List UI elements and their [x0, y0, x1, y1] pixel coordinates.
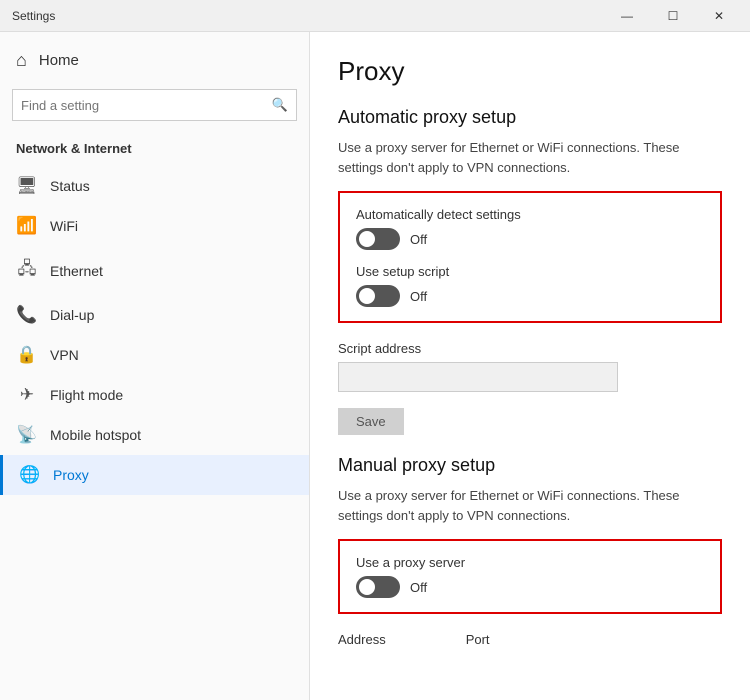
- flightmode-icon: ✈: [16, 385, 38, 405]
- address-port-row: Address Port: [338, 632, 722, 647]
- script-address-input[interactable]: [338, 362, 618, 392]
- sidebar-section-title: Network & Internet: [0, 133, 309, 166]
- use-proxy-toggle[interactable]: [356, 576, 400, 598]
- home-icon: ⌂: [16, 50, 27, 71]
- status-icon: 🖥: [16, 176, 38, 196]
- sidebar-item-dialup[interactable]: 📞 Dial-up: [0, 295, 309, 335]
- sidebar-label-dialup: Dial-up: [50, 307, 94, 323]
- port-label: Port: [466, 632, 490, 647]
- search-box: 🔍: [12, 89, 297, 121]
- automatic-section-desc: Use a proxy server for Ethernet or WiFi …: [338, 138, 722, 177]
- home-label: Home: [39, 52, 79, 69]
- sidebar-label-mobilehotspot: Mobile hotspot: [50, 427, 141, 443]
- home-nav-item[interactable]: ⌂ Home: [0, 32, 309, 85]
- vpn-icon: 🔒: [16, 345, 38, 365]
- setup-script-toggle-container: Off: [356, 285, 704, 307]
- main-content: Proxy Automatic proxy setup Use a proxy …: [310, 32, 750, 700]
- titlebar: Settings — ☐ ✕: [0, 0, 750, 32]
- use-proxy-row: Use a proxy server Off: [356, 555, 704, 598]
- save-button[interactable]: Save: [338, 408, 404, 435]
- mobilehotspot-icon: 📡: [16, 425, 38, 445]
- proxy-icon: 🌐: [19, 465, 41, 485]
- manual-section-desc: Use a proxy server for Ethernet or WiFi …: [338, 486, 722, 525]
- sidebar-label-flightmode: Flight mode: [50, 387, 123, 403]
- auto-detect-toggle[interactable]: [356, 228, 400, 250]
- setup-script-toggle[interactable]: [356, 285, 400, 307]
- setup-script-row: Use setup script Off: [356, 264, 704, 307]
- sidebar-item-wifi[interactable]: 📶 WiFi: [0, 206, 309, 246]
- auto-detect-state: Off: [410, 232, 427, 247]
- ethernet-icon: 🖧: [16, 256, 38, 285]
- setup-script-knob: [359, 288, 375, 304]
- script-address-label: Script address: [338, 341, 722, 356]
- sidebar-label-wifi: WiFi: [50, 218, 78, 234]
- setup-script-state: Off: [410, 289, 427, 304]
- sidebar-label-vpn: VPN: [50, 347, 79, 363]
- maximize-button[interactable]: ☐: [650, 0, 696, 32]
- app-content: ⌂ Home 🔍 Network & Internet 🖥 Status 📶 W…: [0, 32, 750, 700]
- sidebar-item-ethernet[interactable]: 🖧 Ethernet: [0, 246, 309, 295]
- auto-detect-toggle-container: Off: [356, 228, 704, 250]
- window-title: Settings: [12, 9, 55, 23]
- search-input[interactable]: [13, 98, 264, 113]
- auto-detect-row: Automatically detect settings Off: [356, 207, 704, 250]
- dialup-icon: 📞: [16, 305, 38, 325]
- automatic-proxy-box: Automatically detect settings Off Use se…: [338, 191, 722, 323]
- sidebar: ⌂ Home 🔍 Network & Internet 🖥 Status 📶 W…: [0, 32, 310, 700]
- sidebar-label-proxy: Proxy: [53, 467, 89, 483]
- address-label: Address: [338, 632, 386, 647]
- use-proxy-state: Off: [410, 580, 427, 595]
- search-icon[interactable]: 🔍: [264, 89, 296, 121]
- manual-proxy-box: Use a proxy server Off: [338, 539, 722, 614]
- page-title: Proxy: [338, 56, 722, 87]
- auto-detect-label: Automatically detect settings: [356, 207, 704, 222]
- script-address-group: Script address: [338, 341, 722, 392]
- automatic-section-title: Automatic proxy setup: [338, 107, 722, 128]
- sidebar-item-vpn[interactable]: 🔒 VPN: [0, 335, 309, 375]
- sidebar-label-status: Status: [50, 178, 90, 194]
- use-proxy-toggle-container: Off: [356, 576, 704, 598]
- manual-section-title: Manual proxy setup: [338, 455, 722, 476]
- sidebar-item-flightmode[interactable]: ✈ Flight mode: [0, 375, 309, 415]
- auto-detect-knob: [359, 231, 375, 247]
- window-controls: — ☐ ✕: [604, 0, 742, 32]
- sidebar-item-proxy[interactable]: 🌐 Proxy: [0, 455, 309, 495]
- minimize-button[interactable]: —: [604, 0, 650, 32]
- use-proxy-label: Use a proxy server: [356, 555, 704, 570]
- sidebar-item-status[interactable]: 🖥 Status: [0, 166, 309, 206]
- setup-script-label: Use setup script: [356, 264, 704, 279]
- use-proxy-knob: [359, 579, 375, 595]
- settings-window: Settings — ☐ ✕ ⌂ Home 🔍 Network & Intern…: [0, 0, 750, 700]
- close-button[interactable]: ✕: [696, 0, 742, 32]
- sidebar-item-mobilehotspot[interactable]: 📡 Mobile hotspot: [0, 415, 309, 455]
- sidebar-label-ethernet: Ethernet: [50, 263, 103, 279]
- wifi-icon: 📶: [16, 216, 38, 236]
